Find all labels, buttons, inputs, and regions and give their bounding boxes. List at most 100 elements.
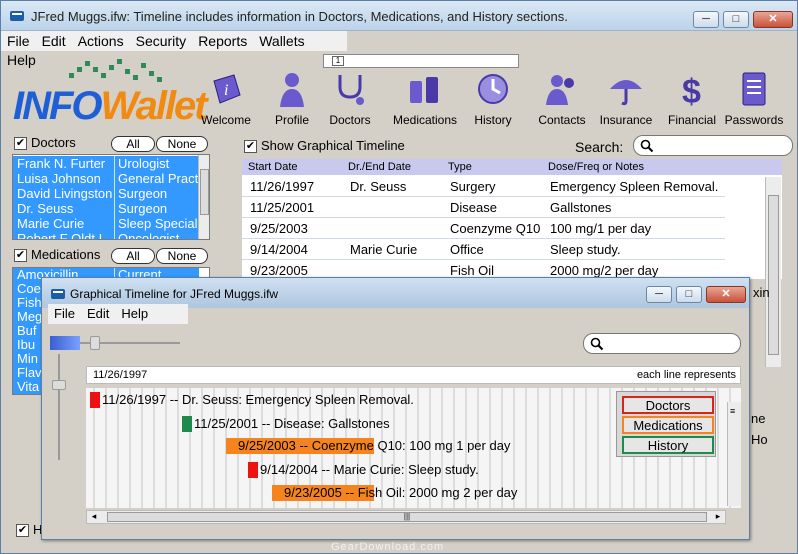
info-book-icon: i [213, 74, 241, 104]
toolbar-medications-label: Medications [393, 113, 458, 127]
person-icon [280, 73, 304, 107]
table-row[interactable]: 9/25/2003 Coenzyme Q10 100 mg/1 per day [242, 218, 725, 239]
table-overflow-3: Ho [751, 432, 768, 447]
vertical-zoom-thumb[interactable] [52, 380, 66, 390]
toolbar-scroll-strip[interactable]: 1 [323, 54, 519, 68]
timeline-menu-help[interactable]: Help [115, 304, 154, 323]
timeline-event-label[interactable]: 11/25/2001 -- Disease: Gallstones [194, 416, 390, 432]
zoom-slider[interactable] [50, 336, 182, 350]
table-overflow-2: ne [751, 411, 766, 426]
legend-doctors-button[interactable]: Doctors [622, 396, 714, 414]
timeline-event-label[interactable]: 9/14/2004 -- Marie Curie: Sleep study. [260, 462, 479, 478]
table-cell: 11/25/2001 [250, 200, 315, 215]
table-scrollbar[interactable] [765, 177, 781, 367]
col-start-date[interactable]: Start Date [248, 159, 298, 175]
timeline-event-bar[interactable] [248, 462, 258, 478]
show-timeline-checkbox[interactable]: ✔ [244, 140, 257, 153]
doctor-list-item[interactable]: Marie Curie Sleep Specialist [13, 216, 204, 231]
stethoscope-icon [338, 75, 364, 105]
toolbar-doctors-button[interactable]: Doctors [319, 71, 381, 129]
history-checkbox[interactable]: ✔ [16, 524, 29, 537]
menu-file[interactable]: File [1, 31, 36, 50]
toolbar-profile-button[interactable]: Profile [261, 71, 323, 129]
timeline-vscroll[interactable]: ≡ [727, 402, 741, 506]
doctor-specialty: General Practitioner [114, 171, 204, 186]
doctor-name: Dr. Seuss [17, 201, 74, 216]
timeline-search-icon [590, 337, 604, 351]
legend-history-button[interactable]: History [622, 436, 714, 454]
table-row[interactable]: 11/26/1997 Dr. Seuss Surgery Emergency Sple… [242, 176, 725, 197]
timeline-maximize-button[interactable]: □ [676, 286, 702, 303]
timeline-app-icon [51, 289, 65, 299]
doctor-name: Robert F Oldt I [17, 231, 103, 240]
maximize-button[interactable]: □ [723, 11, 749, 28]
medications-none-button[interactable]: None [156, 248, 208, 264]
toolbar-welcome-button[interactable]: i Welcome [195, 71, 257, 129]
doctor-list-item[interactable]: Dr. Seuss Surgeon [13, 201, 199, 216]
minimize-button[interactable]: ─ [693, 11, 719, 28]
toolbar-financial-button[interactable]: $ Financial [661, 71, 723, 129]
menu-help[interactable]: Help [1, 50, 42, 69]
doctor-name: Frank N. Furter [17, 156, 106, 171]
hscroll-thumb[interactable]: ||| [107, 512, 707, 522]
menu-wallets[interactable]: Wallets [253, 31, 310, 50]
timeline-close-button[interactable]: ✕ [706, 286, 746, 303]
medications-all-button[interactable]: All [111, 248, 155, 264]
table-row[interactable]: 9/14/2004 Marie Curie Office Sleep study. [242, 239, 725, 260]
toolbar-history-button[interactable]: History [462, 71, 524, 129]
table-scroll-thumb[interactable] [768, 195, 779, 355]
table-cell: Disease [450, 200, 497, 215]
scroll-strip-marker[interactable]: 1 [332, 56, 344, 66]
doctor-name: David Livingston [17, 186, 113, 201]
menu-security[interactable]: Security [130, 31, 193, 50]
legend-medications-button[interactable]: Medications [622, 416, 714, 434]
doctor-list-item[interactable]: Robert F Oldt I Oncologist [13, 231, 199, 240]
doctors-checkbox[interactable]: ✔ [14, 137, 27, 150]
timeline-menu-file[interactable]: File [48, 304, 81, 323]
table-row[interactable]: 11/25/2001 Disease Gallstones [242, 197, 725, 218]
col-type[interactable]: Type [448, 159, 472, 175]
toolbar-financial-label: Financial [667, 113, 717, 127]
menu-actions[interactable]: Actions [72, 31, 130, 50]
table-cell: 9/25/2003 [250, 221, 308, 236]
col-dr-end-date[interactable]: Dr./End Date [348, 159, 411, 175]
doctors-all-button[interactable]: All [111, 136, 155, 152]
col-notes[interactable]: Dose/Freq or Notes [548, 159, 644, 175]
timeline-minimize-button[interactable]: ─ [646, 286, 672, 303]
table-cell: Coenzyme Q10 [450, 221, 541, 236]
doctors-list[interactable]: Frank N. Furter Urologist Luisa Johnson Gen… [12, 154, 210, 240]
timeline-event-label[interactable]: 9/23/2005 -- Fish Oil: 2000 mg 2 per day [284, 485, 517, 501]
timeline-event-bar[interactable] [90, 392, 100, 408]
timeline-hscroll[interactable]: ◂ ||| ▸ [86, 510, 726, 524]
hscroll-right-arrow[interactable]: ▸ [711, 511, 725, 523]
doctor-list-item[interactable]: Luisa Johnson General Practitioner [13, 171, 204, 186]
doctors-none-button[interactable]: None [156, 136, 208, 152]
toolbar-medications-button[interactable]: Medications [393, 71, 458, 129]
timeline-menu-edit[interactable]: Edit [81, 304, 115, 323]
vertical-zoom-slider[interactable] [52, 354, 66, 462]
doctors-scroll-thumb[interactable] [200, 169, 209, 215]
timeline-event-label[interactable]: 11/26/1997 -- Dr. Seuss: Emergency Splee… [102, 392, 414, 408]
close-button[interactable]: ✕ [753, 11, 793, 28]
timeline-event-label[interactable]: 9/25/2003 -- Coenzyme Q10: 100 mg 1 per … [238, 438, 510, 454]
notebook-icon [742, 72, 766, 106]
timeline-search-input[interactable] [583, 333, 741, 354]
doctor-list-item[interactable]: David Livingston Surgeon [13, 186, 199, 201]
medications-checkbox[interactable]: ✔ [14, 249, 27, 262]
toolbar-contacts-button[interactable]: Contacts [531, 71, 593, 129]
menu-edit[interactable]: Edit [36, 31, 72, 50]
zoom-slider-thumb[interactable] [90, 336, 100, 350]
timeline-event-bar[interactable] [182, 416, 192, 432]
svg-text:$: $ [682, 73, 701, 107]
timeline-scale-label: each line represents [636, 369, 736, 381]
doctor-list-item[interactable]: Frank N. Furter Urologist [13, 156, 199, 171]
doctor-specialty: Surgeon [114, 186, 204, 201]
toolbar-insurance-button[interactable]: Insurance [595, 71, 657, 129]
menu-reports[interactable]: Reports [192, 31, 253, 50]
doctors-list-scrollbar[interactable] [198, 155, 209, 239]
hscroll-left-arrow[interactable]: ◂ [87, 511, 101, 523]
people-icon [546, 75, 574, 105]
toolbar-history-label: History [474, 113, 512, 127]
search-input[interactable] [633, 135, 793, 156]
toolbar-passwords-button[interactable]: Passwords [723, 71, 785, 129]
